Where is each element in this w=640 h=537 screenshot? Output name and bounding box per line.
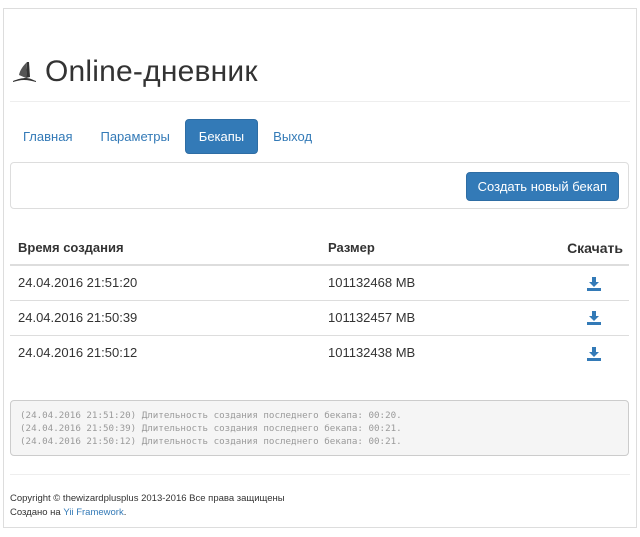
log-line: (24.04.2016 21:51:20) Длительность созда…: [20, 410, 402, 421]
yii-framework-link[interactable]: Yii Framework: [63, 507, 123, 518]
column-header-size: Размер: [320, 230, 510, 266]
backup-time: 24.04.2016 21:51:20: [18, 275, 138, 291]
made-with-prefix: Создано на: [10, 507, 64, 518]
footer-divider: [10, 474, 630, 475]
nav-parameters[interactable]: Параметры: [87, 119, 182, 154]
quill-pen-icon: [13, 62, 36, 82]
table-header-row: Время создания Размер Скачать: [10, 230, 629, 266]
download-icon[interactable]: [587, 276, 601, 291]
nav-backups[interactable]: Бекапы: [184, 119, 259, 154]
nav-home[interactable]: Главная: [10, 119, 85, 154]
download-icon[interactable]: [587, 346, 601, 361]
made-with-text: Создано на Yii Framework.: [10, 506, 285, 520]
made-with-suffix: .: [123, 507, 127, 518]
backup-size: 101132457 MB: [320, 299, 510, 335]
column-header-download: Скачать: [510, 230, 629, 266]
backup-time: 24.04.2016 21:50:39: [10, 299, 320, 335]
log-line: (24.04.2016 21:50:39) Длительность созда…: [20, 423, 402, 434]
actions-panel: Создать новый бекап: [10, 162, 629, 209]
header: Online-дневник: [10, 52, 258, 92]
page-title: Online-дневник: [45, 55, 258, 88]
footer: Copyright © thewizardplusplus 2013-2016 …: [10, 492, 285, 520]
table-row: 24.04.2016 21:50:12 101132438 MB: [10, 334, 629, 370]
header-divider: [10, 101, 630, 102]
nav-tabs: Главная Параметры Бекапы Выход: [10, 119, 327, 154]
copyright-text: Copyright © thewizardplusplus 2013-2016 …: [10, 493, 285, 504]
log-line: (24.04.2016 21:50:12) Длительность созда…: [20, 436, 402, 447]
backup-log: (24.04.2016 21:51:20) Длительность созда…: [10, 400, 629, 456]
backup-time: 24.04.2016 21:50:12: [10, 334, 320, 370]
column-header-time: Время создания: [10, 230, 320, 266]
table-row: 24.04.2016 21:51:20 101132468 MB: [10, 265, 629, 300]
table-row: 24.04.2016 21:50:39 101132457 MB: [10, 299, 629, 335]
backups-table: Время создания Размер Скачать 24.04.2016…: [10, 230, 629, 370]
nav-logout[interactable]: Выход: [260, 119, 325, 154]
backup-size: 101132468 MB: [328, 275, 416, 291]
create-backup-button[interactable]: Создать новый бекап: [465, 172, 619, 201]
download-icon[interactable]: [587, 311, 601, 326]
backup-size: 101132438 MB: [320, 334, 510, 370]
